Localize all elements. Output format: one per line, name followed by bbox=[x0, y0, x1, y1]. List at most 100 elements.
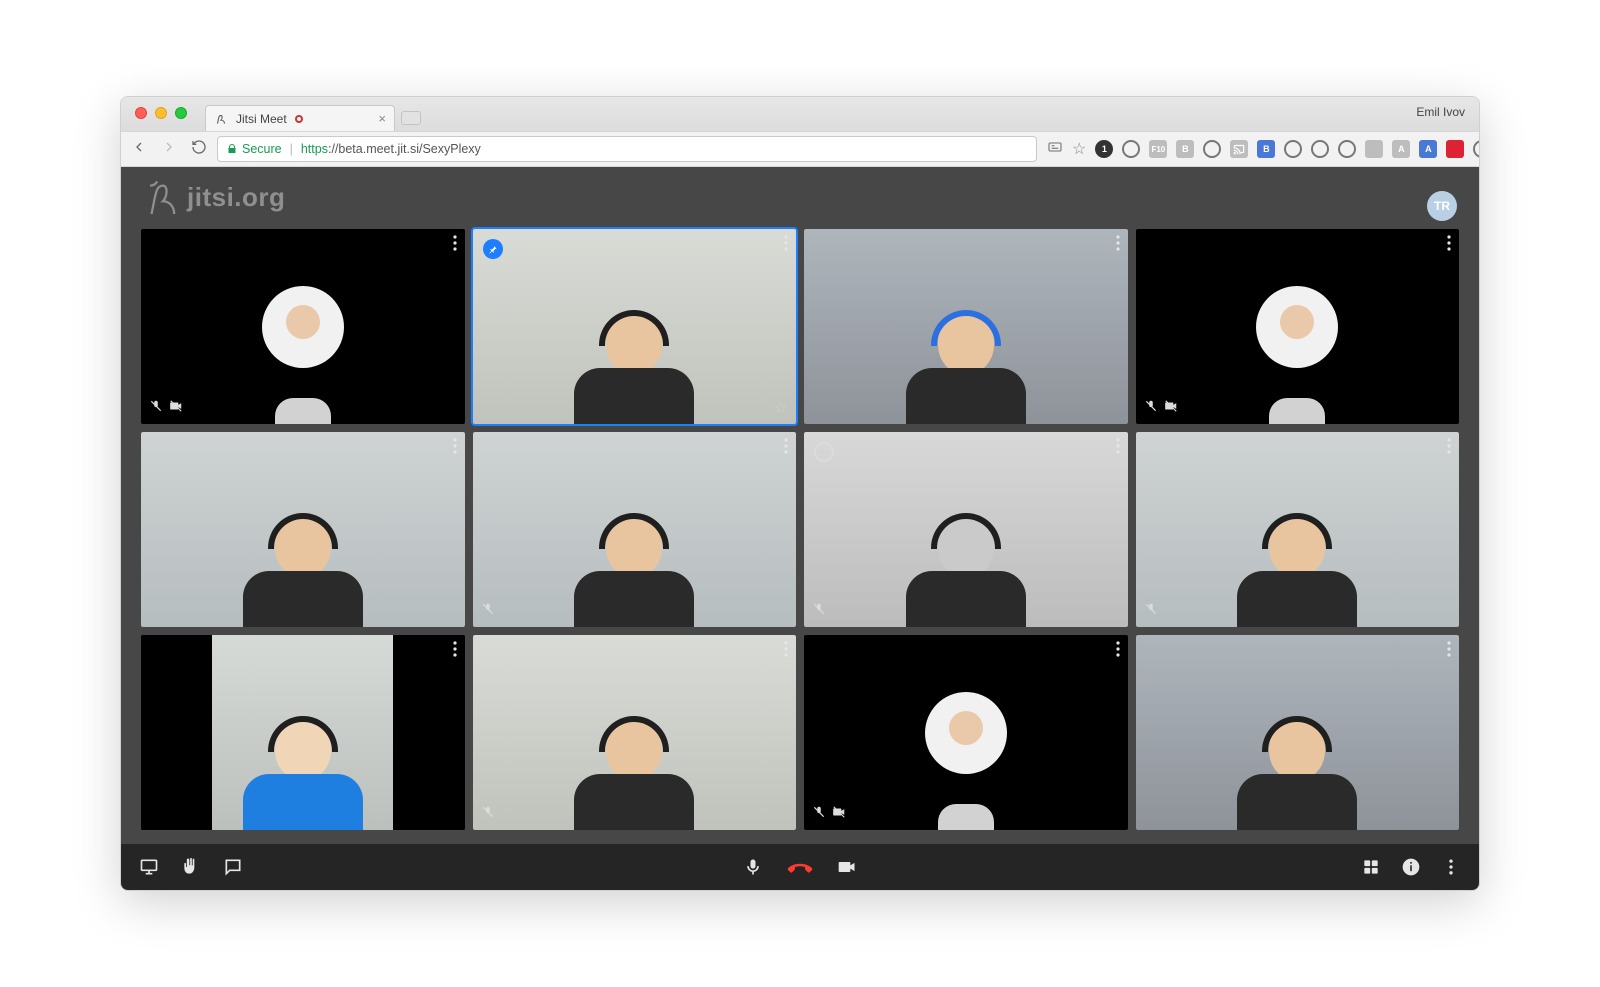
screen-share-button[interactable] bbox=[139, 857, 159, 877]
mic-muted-icon bbox=[812, 602, 826, 621]
browser-profile-name[interactable]: Emil Ivov bbox=[1416, 105, 1465, 119]
tile-menu-button[interactable] bbox=[1116, 438, 1120, 457]
video-feed bbox=[804, 229, 1128, 424]
ext-sq[interactable] bbox=[1365, 140, 1383, 158]
participant-tile[interactable] bbox=[141, 229, 465, 424]
tile-menu-button[interactable] bbox=[453, 641, 457, 660]
more-actions-button[interactable] bbox=[1441, 857, 1461, 877]
tab-recording-indicator-icon bbox=[295, 115, 303, 123]
participant-tile[interactable] bbox=[473, 432, 797, 627]
call-toolbar bbox=[121, 844, 1479, 890]
page-action-icon[interactable] bbox=[1047, 139, 1063, 160]
window-controls bbox=[135, 107, 187, 119]
chat-button[interactable] bbox=[223, 857, 243, 877]
maximize-window-button[interactable] bbox=[175, 107, 187, 119]
toolbar-right bbox=[1361, 857, 1461, 877]
ext-o2[interactable] bbox=[1311, 140, 1329, 158]
tab-strip: Jitsi Meet × bbox=[205, 97, 421, 131]
tab-title: Jitsi Meet bbox=[236, 112, 287, 126]
participant-tile[interactable] bbox=[1136, 432, 1460, 627]
toolbar-left bbox=[139, 857, 243, 877]
tab-close-button[interactable]: × bbox=[378, 111, 386, 126]
participant-tile[interactable] bbox=[1136, 635, 1460, 830]
video-feed bbox=[804, 432, 1128, 627]
status-icons bbox=[1144, 399, 1178, 418]
minimize-window-button[interactable] bbox=[155, 107, 167, 119]
tile-menu-button[interactable] bbox=[784, 438, 788, 457]
tile-menu-button[interactable] bbox=[784, 235, 788, 254]
tile-menu-button[interactable] bbox=[784, 641, 788, 660]
video-feed bbox=[473, 432, 797, 627]
tile-menu-button[interactable] bbox=[453, 438, 457, 457]
browser-window: Jitsi Meet × Emil Ivov Secure | https://… bbox=[120, 96, 1480, 891]
video-feed bbox=[1136, 432, 1460, 627]
ext-bb[interactable]: B bbox=[1257, 140, 1275, 158]
tile-menu-button[interactable] bbox=[1447, 641, 1451, 660]
ext-target[interactable] bbox=[1284, 140, 1302, 158]
jitsi-logo: jitsi.org bbox=[143, 177, 285, 217]
participant-tile[interactable] bbox=[473, 635, 797, 830]
close-window-button[interactable] bbox=[135, 107, 147, 119]
mic-toggle-button[interactable] bbox=[743, 857, 763, 877]
tile-menu-button[interactable] bbox=[453, 235, 457, 254]
url-path: ://beta.meet.jit.si/SexyPlexy bbox=[328, 142, 481, 156]
forward-button[interactable] bbox=[161, 139, 177, 160]
ext-circle-1[interactable]: 1 bbox=[1095, 140, 1113, 158]
participant-tile[interactable] bbox=[141, 635, 465, 830]
ext-f10[interactable]: F10 bbox=[1149, 140, 1167, 158]
extensions-strip: ☆ 1 F10 B B A A ⋮ bbox=[1047, 139, 1480, 160]
ext-red[interactable] bbox=[1446, 140, 1464, 158]
ext-chat[interactable] bbox=[1338, 140, 1356, 158]
browser-tab-jitsi[interactable]: Jitsi Meet × bbox=[205, 105, 395, 131]
tile-menu-button[interactable] bbox=[1447, 235, 1451, 254]
jitsi-viewport: jitsi.org TR ☆ bbox=[121, 167, 1479, 890]
status-icons bbox=[481, 805, 495, 824]
tile-menu-button[interactable] bbox=[1116, 235, 1120, 254]
raise-hand-button[interactable] bbox=[181, 857, 201, 877]
addr-divider: | bbox=[290, 142, 293, 156]
participant-tile[interactable] bbox=[804, 635, 1128, 830]
ext-cast[interactable] bbox=[1230, 140, 1248, 158]
mic-muted-icon bbox=[812, 805, 826, 824]
ext-feather[interactable] bbox=[1473, 140, 1480, 158]
ext-dot[interactable] bbox=[1203, 140, 1221, 158]
camera-toggle-button[interactable] bbox=[837, 857, 857, 877]
url-scheme: https bbox=[301, 142, 328, 156]
pinned-icon bbox=[483, 239, 503, 259]
participant-tile[interactable] bbox=[804, 229, 1128, 424]
participant-tile[interactable] bbox=[1136, 229, 1460, 424]
star-bookmark-icon[interactable]: ☆ bbox=[1072, 139, 1086, 159]
mic-muted-icon bbox=[481, 602, 495, 621]
toolbar-center bbox=[743, 854, 857, 880]
tile-menu-button[interactable] bbox=[1447, 438, 1451, 457]
video-feed bbox=[473, 229, 797, 424]
nav-buttons bbox=[131, 139, 207, 160]
back-button[interactable] bbox=[131, 139, 147, 160]
reload-button[interactable] bbox=[191, 139, 207, 160]
ext-a1[interactable]: A bbox=[1392, 140, 1410, 158]
tile-view-button[interactable] bbox=[1361, 857, 1381, 877]
hangup-button[interactable] bbox=[787, 854, 813, 880]
tile-menu-button[interactable] bbox=[1116, 641, 1120, 660]
secure-label: Secure bbox=[242, 142, 282, 156]
camera-off-icon bbox=[832, 805, 846, 824]
video-feed bbox=[473, 635, 797, 830]
video-feed bbox=[1136, 635, 1460, 830]
favicon-icon bbox=[214, 112, 228, 126]
video-feed bbox=[141, 432, 465, 627]
marker-icon bbox=[814, 442, 834, 462]
browser-titlebar: Jitsi Meet × Emil Ivov bbox=[121, 97, 1479, 131]
participant-tile[interactable] bbox=[804, 432, 1128, 627]
status-icons bbox=[481, 602, 495, 621]
new-tab-button[interactable] bbox=[401, 111, 421, 125]
participant-tile[interactable]: ☆ bbox=[473, 229, 797, 424]
browser-toolbar: Secure | https://beta.meet.jit.si/SexyPl… bbox=[121, 131, 1479, 167]
address-bar[interactable]: Secure | https://beta.meet.jit.si/SexyPl… bbox=[217, 136, 1037, 162]
ext-a2[interactable]: A bbox=[1419, 140, 1437, 158]
info-button[interactable] bbox=[1401, 857, 1421, 877]
ext-b[interactable]: B bbox=[1176, 140, 1194, 158]
self-avatar[interactable]: TR bbox=[1427, 191, 1457, 221]
participant-tile[interactable] bbox=[141, 432, 465, 627]
mic-muted-icon bbox=[149, 399, 163, 418]
ext-bolt[interactable] bbox=[1122, 140, 1140, 158]
